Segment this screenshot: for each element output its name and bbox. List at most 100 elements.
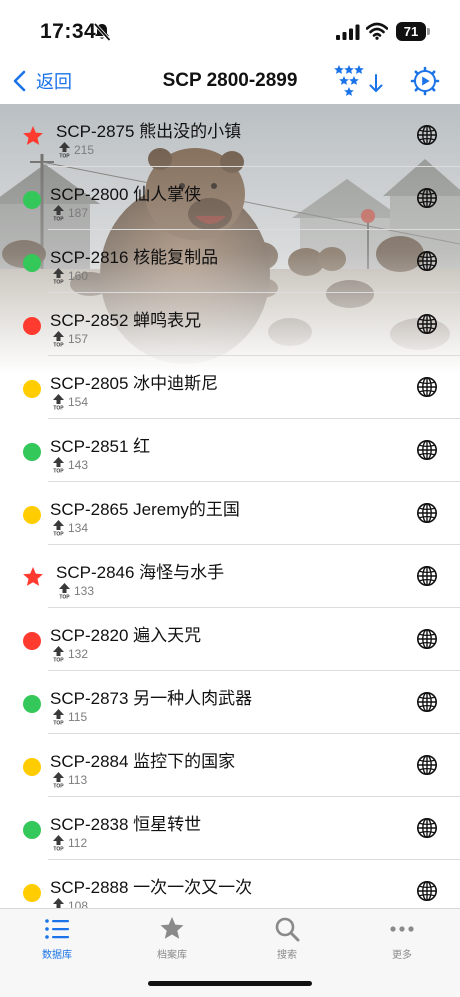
top-arrow-icon: TOP [59,142,70,159]
globe-icon[interactable] [416,565,438,587]
globe-icon[interactable] [416,880,438,902]
status-bar: 17:34 71 [0,0,460,58]
status-time: 17:34 [40,20,97,43]
tab-more[interactable]: 更多 [362,915,442,967]
battery-indicator: 71 [396,22,430,41]
list-item[interactable]: SCP-2888 一次一次又一次TOP 108 [0,860,460,908]
svg-text:TOP: TOP [53,532,64,537]
rating: TOP 157 [52,331,88,347]
item-title: SCP-2852 蝉鸣表兄 [50,311,202,330]
rating: TOP 143 [52,457,88,473]
top-arrow-icon: TOP [53,394,64,411]
list-item[interactable]: SCP-2820 遍入天咒 TOP 132 [0,608,460,671]
svg-text:TOP: TOP [53,721,64,726]
status-dot [23,380,41,398]
svg-text:TOP: TOP [53,658,64,663]
globe-icon[interactable] [416,502,438,524]
svg-text:TOP: TOP [59,154,70,159]
globe-icon[interactable] [416,439,438,461]
status-dot [23,821,41,839]
rating-value: 115 [68,710,88,724]
top-arrow-icon: TOP [59,583,70,600]
item-title: SCP-2838 恒星转世 [50,815,202,834]
favorite-star-icon [23,126,43,145]
list-item[interactable]: SCP-2851 红 TOP 143 [0,419,460,482]
top-arrow-icon: TOP [53,268,64,285]
globe-icon[interactable] [416,124,438,146]
list-item[interactable]: SCP-2846 海怪与水手 TOP 133 [0,545,460,608]
rating-value: 215 [74,143,95,157]
tab-database[interactable]: 数据库 [17,915,97,967]
status-dot [23,506,41,524]
top-arrow-icon: TOP [53,331,64,348]
tab-label: 档案库 [157,950,187,961]
list-item[interactable]: SCP-2800 仙人掌侠 TOP 187 [0,167,460,230]
top-arrow-icon: TOP [53,898,64,908]
list-item[interactable]: SCP-2884 监控下的国家 TOP 113 [0,734,460,797]
globe-icon[interactable] [416,754,438,776]
top-arrow-icon: TOP [53,646,64,663]
item-title: SCP-2820 遍入天咒 [50,626,202,645]
list-item[interactable]: SCP-2816 核能复制品 TOP 160 [0,230,460,293]
svg-text:TOP: TOP [53,469,64,474]
item-title: SCP-2800 仙人掌侠 [50,185,202,204]
rating-value: 143 [68,458,89,472]
item-title: SCP-2851 红 [50,437,151,456]
globe-icon[interactable] [416,691,438,713]
back-label: 返回 [36,72,72,92]
rating-value: 108 [68,899,89,908]
wifi-icon [366,22,388,40]
rating-value: 157 [68,332,89,346]
list-icon [45,919,69,939]
list-item[interactable]: SCP-2875 熊出没的小镇 TOP 215 [0,104,460,167]
svg-text:TOP: TOP [53,280,64,285]
top-arrow-icon: TOP [53,835,64,851]
back-button[interactable]: 返回 [12,66,72,96]
globe-icon[interactable] [416,313,438,335]
rating: TOP 160 [52,268,88,284]
status-dot [23,443,41,461]
tab-search[interactable]: 搜索 [247,915,327,967]
status-dot [23,317,41,335]
rating-value: 160 [68,269,89,283]
bell-slash-icon [93,22,111,42]
svg-text:TOP: TOP [53,406,64,411]
top-arrow-icon: TOP [53,709,64,726]
top-arrow-icon: TOP [53,457,64,474]
rating: TOP 134 [52,520,88,536]
rating: TOP 215 [58,142,94,158]
globe-icon[interactable] [416,376,438,398]
tab-archive[interactable]: 档案库 [132,915,212,967]
list-item[interactable]: SCP-2838 恒星转世 TOP 112 [0,797,460,860]
tab-label: 更多 [392,950,412,961]
item-title: SCP-2816 核能复制品 [50,248,219,267]
svg-text:TOP: TOP [53,343,64,348]
rating: TOP 108 [52,898,88,908]
status-dot [23,884,41,902]
star-icon [160,917,184,939]
globe-icon[interactable] [416,250,438,272]
rating-sort-button[interactable] [330,64,386,100]
rating-value: 154 [68,395,89,409]
globe-icon[interactable] [416,187,438,209]
cellular-signal-icon [336,24,360,40]
globe-icon[interactable] [416,628,438,650]
list-item[interactable]: SCP-2805 冰中迪斯尼 TOP 154 [0,356,460,419]
top-arrow-icon: TOP [53,205,64,221]
tab-label: 搜索 [277,950,297,961]
settings-icon[interactable] [410,66,440,96]
list-item[interactable]: SCP-2852 蝉鸣表兄 TOP 157 [0,293,460,356]
rating: TOP 187 [52,205,88,221]
home-indicator [148,981,312,986]
status-dot [23,254,41,272]
status-dot [23,191,41,209]
status-dot [23,758,41,776]
svg-text:TOP: TOP [59,595,70,600]
rating: TOP 113 [52,772,87,788]
list-item[interactable]: SCP-2865 Jeremy的王国 TOP 134 [0,482,460,545]
list-item[interactable]: SCP-2873 另一种人肉武器 TOP 115 [0,671,460,734]
rating-value: 133 [74,584,95,598]
rating: TOP 132 [52,646,88,662]
navigation-bar: 返回 SCP 2800-2899 [0,58,460,104]
globe-icon[interactable] [416,817,438,839]
